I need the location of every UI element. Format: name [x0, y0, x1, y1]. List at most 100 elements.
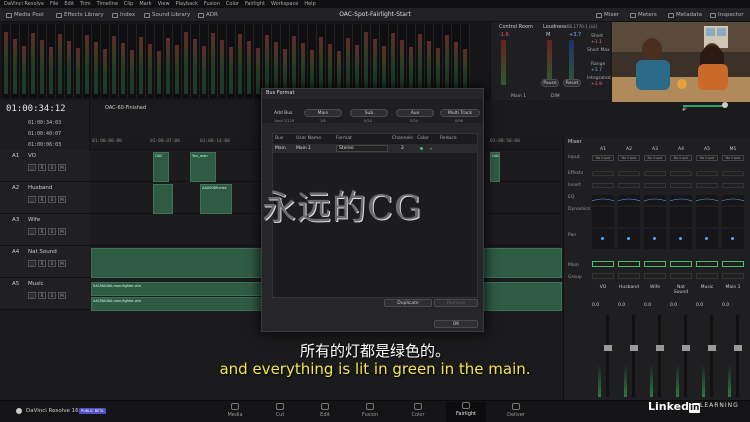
main-assign-button[interactable]: [592, 261, 614, 267]
track-name[interactable]: Nat Sound: [28, 249, 57, 255]
menu-help[interactable]: Help: [304, 0, 315, 8]
input-select[interactable]: No Input: [722, 155, 744, 161]
audio-clip-nat-sound[interactable]: [91, 248, 261, 278]
pan-control[interactable]: [670, 229, 692, 249]
menu-view[interactable]: View: [158, 0, 170, 8]
page-tab-media[interactable]: Media: [215, 403, 255, 418]
row-user-name[interactable]: Main 1: [296, 146, 311, 151]
ok-button[interactable]: OK: [434, 320, 478, 328]
audio-clip[interactable]: OAC: [153, 152, 169, 182]
add-sub-bus-button[interactable]: Sub: [350, 109, 388, 117]
eq-curve[interactable]: [669, 195, 693, 205]
effects-slot[interactable]: [670, 171, 692, 176]
record-arm-button[interactable]: R: [38, 164, 46, 171]
input-select[interactable]: No Input: [592, 155, 614, 161]
audio-clip[interactable]: [153, 184, 173, 214]
pan-control[interactable]: [696, 229, 718, 249]
main-assign-button[interactable]: [618, 261, 640, 267]
mute-button[interactable]: M: [58, 164, 66, 171]
insert-slot[interactable]: [592, 183, 614, 188]
menu-clip[interactable]: Clip: [124, 0, 133, 8]
pan-control[interactable]: [644, 229, 666, 249]
insert-slot[interactable]: [696, 183, 718, 188]
lock-icon[interactable]: ▢: [28, 164, 36, 171]
menu-fusion[interactable]: Fusion: [204, 0, 220, 8]
dynamics-graph[interactable]: [722, 207, 744, 227]
record-arm-button[interactable]: R: [38, 292, 46, 299]
page-tab-fairlight[interactable]: Fairlight: [446, 402, 486, 422]
music-clip-3[interactable]: [484, 282, 562, 311]
music-clip-1[interactable]: 0ACMA06A-mov-fighter-win: [91, 282, 261, 296]
solo-button[interactable]: S: [48, 196, 56, 203]
audio-clip[interactable]: AA00069.mxs: [200, 184, 232, 214]
group-slot[interactable]: [696, 273, 718, 279]
mute-button[interactable]: M: [58, 228, 66, 235]
add-multitrack-bus-button[interactable]: Multi Track: [440, 109, 480, 117]
solo-button[interactable]: S: [48, 292, 56, 299]
pan-control[interactable]: [592, 229, 614, 249]
eq-curve[interactable]: [721, 195, 745, 205]
effects-slot[interactable]: [696, 171, 718, 176]
page-tab-deliver[interactable]: Deliver: [496, 403, 536, 418]
volume-slider-handle[interactable]: [722, 102, 728, 108]
menu-fairlight[interactable]: Fairlight: [245, 0, 265, 8]
remove-button[interactable]: Remove: [434, 299, 478, 307]
group-slot[interactable]: [618, 273, 640, 279]
pan-control[interactable]: [722, 229, 744, 249]
color-swatch[interactable]: [420, 147, 423, 150]
track-name[interactable]: VO: [28, 153, 36, 159]
menu-trim[interactable]: Trim: [80, 0, 91, 8]
page-tab-edit[interactable]: Edit: [305, 403, 345, 418]
main-assign-button[interactable]: [644, 261, 666, 267]
menu-mark[interactable]: Mark: [139, 0, 151, 8]
pan-control[interactable]: [618, 229, 640, 249]
insert-slot[interactable]: [670, 183, 692, 188]
insert-slot[interactable]: [644, 183, 666, 188]
mute-button[interactable]: M: [58, 196, 66, 203]
menu-timeline[interactable]: Timeline: [97, 0, 118, 8]
dynamics-graph[interactable]: [644, 207, 666, 227]
menu-workspace[interactable]: Workspace: [271, 0, 298, 8]
lock-icon[interactable]: ▢: [28, 260, 36, 267]
input-select[interactable]: No Input: [618, 155, 640, 161]
group-slot[interactable]: [670, 273, 692, 279]
meters-button[interactable]: Meters: [630, 8, 657, 22]
record-arm-button[interactable]: R: [38, 228, 46, 235]
lock-icon[interactable]: ▢: [28, 228, 36, 235]
menu-playback[interactable]: Playback: [176, 0, 198, 8]
menu-edit[interactable]: Edit: [64, 0, 74, 8]
eq-curve[interactable]: [591, 195, 615, 205]
mute-button[interactable]: M: [58, 260, 66, 267]
mixer-button[interactable]: Mixer: [596, 8, 619, 22]
chevron-down-icon[interactable]: ▾: [430, 146, 432, 151]
main1-selector[interactable]: Main 1: [511, 94, 526, 99]
volume-slider[interactable]: [683, 105, 723, 107]
audio-clip[interactable]: You_man: [190, 152, 216, 182]
input-select[interactable]: No Input: [696, 155, 718, 161]
track-name[interactable]: Wife: [28, 217, 40, 223]
inspector-button[interactable]: Inspector: [710, 8, 744, 22]
insert-slot[interactable]: [618, 183, 640, 188]
solo-button[interactable]: S: [48, 260, 56, 267]
add-main-bus-button[interactable]: Main: [304, 109, 342, 117]
group-slot[interactable]: [722, 273, 744, 279]
track-header[interactable]: A2 Husband ▢ R S M: [0, 182, 90, 214]
eq-curve[interactable]: [695, 195, 719, 205]
main-assign-button[interactable]: [722, 261, 744, 267]
lock-icon[interactable]: ▢: [28, 196, 36, 203]
pause-button[interactable]: Pause: [541, 79, 559, 87]
duplicate-button[interactable]: Duplicate: [384, 299, 432, 307]
record-arm-button[interactable]: R: [38, 196, 46, 203]
menu-app[interactable]: DaVinci Resolve: [4, 0, 44, 8]
metadata-button[interactable]: Metadata: [668, 8, 702, 22]
solo-button[interactable]: S: [48, 228, 56, 235]
dynamics-graph[interactable]: [618, 207, 640, 227]
dynamics-graph[interactable]: [670, 207, 692, 227]
group-slot[interactable]: [592, 273, 614, 279]
page-tab-fusion[interactable]: Fusion: [350, 403, 390, 418]
dynamics-graph[interactable]: [592, 207, 614, 227]
audio-clip[interactable]: OAC: [490, 152, 500, 182]
eq-curve[interactable]: [617, 195, 641, 205]
eq-curve[interactable]: [643, 195, 667, 205]
menu-color[interactable]: Color: [226, 0, 239, 8]
